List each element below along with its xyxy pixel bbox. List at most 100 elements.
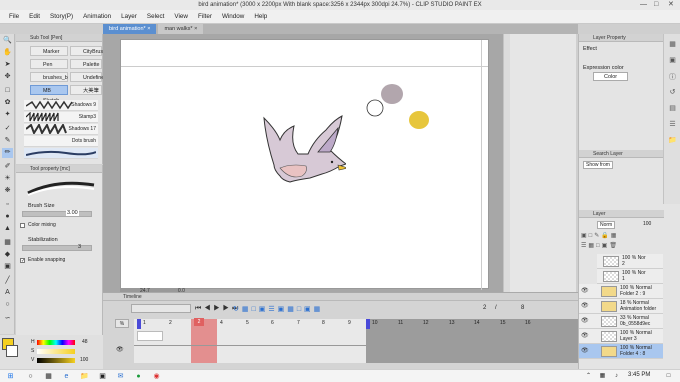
blend-mode-select[interactable]: Norm <box>597 221 615 229</box>
menu-window[interactable]: Window <box>222 13 244 20</box>
subtool-undefine[interactable]: Undefine <box>70 72 104 82</box>
subtool-pen[interactable]: Pen <box>30 59 68 69</box>
decoration-icon[interactable]: ❋ <box>2 186 13 196</box>
eye-icon[interactable]: 👁 <box>581 332 589 339</box>
subtool-marker[interactable]: Marker <box>30 46 68 56</box>
layer-row[interactable]: 100 % Nor 2 <box>597 254 663 269</box>
info-icon[interactable]: ⓘ <box>667 72 678 82</box>
timeline-tools[interactable]: ↻▦□▣☰▣▦□▣▦ <box>233 305 323 313</box>
cel-block[interactable] <box>137 331 163 341</box>
pencil-icon[interactable]: ✏ <box>2 148 13 158</box>
close-icon[interactable]: × <box>194 26 197 32</box>
materials-icon[interactable]: ▤ <box>667 104 678 114</box>
hand-icon[interactable]: ✋ <box>2 48 13 58</box>
menu-view[interactable]: View <box>174 13 188 20</box>
menu-layer[interactable]: Layer <box>121 13 137 20</box>
recording-icon[interactable]: ◉ <box>152 372 161 381</box>
search-icon[interactable]: ○ <box>26 372 35 381</box>
tab-bird-animation[interactable]: bird animation* × <box>103 24 157 34</box>
layer-opacity[interactable]: 100 <box>643 221 651 227</box>
eyedropper-icon[interactable]: ✓ <box>2 124 13 134</box>
layer-row[interactable]: 👁 100 % Normal Layer 3 <box>579 329 663 344</box>
brush-preview-shadows9[interactable]: Shadows 9 <box>24 100 98 111</box>
saturation-slider[interactable] <box>37 349 75 354</box>
close-icon[interactable]: ✕ <box>668 0 674 10</box>
correct-line-icon[interactable]: ∽ <box>2 314 13 324</box>
close-icon[interactable]: × <box>147 26 150 32</box>
eraser-icon[interactable]: ▫ <box>2 200 13 210</box>
network-icon[interactable]: ▦ <box>598 372 607 381</box>
subtool-mb-sketch[interactable]: MB Skatch <box>30 85 68 104</box>
menu-edit[interactable]: Edit <box>29 13 40 20</box>
layer-toolbar[interactable]: ▣□✎🔒▦ <box>581 232 663 240</box>
app-icon[interactable]: ● <box>134 372 143 381</box>
subtool-brushes[interactable]: brushes_b <box>30 72 68 82</box>
layer-row-selected[interactable]: 👁 100 % Normal Folder 4 : 8 <box>579 344 663 359</box>
subtool-citybrush[interactable]: CityBrush <box>70 46 106 56</box>
task-view-icon[interactable]: ▦ <box>44 372 53 381</box>
brush-preview-shadows17[interactable]: Shadows 17 <box>24 124 98 135</box>
brush-size-slider[interactable] <box>22 211 92 217</box>
canvas-paper[interactable] <box>120 39 489 290</box>
brush-preview-current[interactable] <box>24 148 98 159</box>
minimize-icon[interactable]: — <box>640 0 647 10</box>
enable-snapping-checkbox[interactable]: ✓ <box>20 258 25 264</box>
brush-preview-stamp3[interactable]: Stamp3 <box>24 112 98 123</box>
file-explorer-icon[interactable]: 📁 <box>80 372 89 381</box>
wand-icon[interactable]: ✦ <box>2 110 13 120</box>
menu-filter[interactable]: Filter <box>198 13 212 20</box>
history-icon[interactable]: ↺ <box>667 88 678 98</box>
sub-view-icon[interactable]: ▣ <box>667 56 678 66</box>
pen-icon[interactable]: ✎ <box>2 136 13 146</box>
fill-icon[interactable]: ▲ <box>2 224 13 234</box>
layer-row[interactable]: 👁 33 % Normal 0b_0558d9ec <box>579 314 663 329</box>
navigator-icon[interactable]: ▦ <box>667 40 678 50</box>
layer-row[interactable]: 100 % Nor 1 <box>597 269 663 284</box>
clock-time[interactable]: 3:45 PM <box>628 372 650 378</box>
brush-icon[interactable]: ✐ <box>2 162 13 172</box>
subtool-dami-brush[interactable]: 大美筆 <box>70 85 102 95</box>
layer-row[interactable]: 👁 100 % Normal Folder 2 : 9 <box>579 284 663 299</box>
eye-icon[interactable]: 👁 <box>581 302 589 309</box>
layers-icon[interactable]: ☰ <box>667 120 678 130</box>
value-slider[interactable] <box>37 358 75 363</box>
volume-icon[interactable]: ♪ <box>612 372 621 381</box>
gradient-icon[interactable]: ▦ <box>2 238 13 248</box>
notification-tray-icon[interactable]: ⌃ <box>584 372 593 381</box>
timeline-select[interactable] <box>131 304 191 313</box>
action-center-icon[interactable]: □ <box>664 372 673 381</box>
move-icon[interactable]: ✥ <box>2 72 13 82</box>
expression-color-select[interactable]: Color <box>593 72 628 81</box>
folder-icon[interactable]: 📁 <box>667 136 678 146</box>
brush-preview-dots[interactable]: Dots brush <box>24 136 98 147</box>
sub-color-swatch[interactable] <box>6 345 18 357</box>
windows-start-icon[interactable]: ⊞ <box>6 372 15 381</box>
blend-icon[interactable]: ● <box>2 212 13 222</box>
text-icon[interactable]: A <box>2 288 13 298</box>
zoom-select[interactable]: % <box>115 319 129 328</box>
figure-icon[interactable]: ◆ <box>2 250 13 260</box>
vertical-scrollbar[interactable] <box>503 34 510 292</box>
eye-icon[interactable]: 👁 <box>116 346 124 353</box>
subtool-palette-knife[interactable]: Palette Kn <box>70 59 102 78</box>
selection-icon[interactable]: □ <box>2 86 13 96</box>
brush-size-value[interactable]: 3.00 <box>66 210 79 216</box>
zoom-icon[interactable]: 🔍 <box>2 36 13 46</box>
tab-man-walks[interactable]: man walks* × <box>158 24 204 34</box>
layer-toolbar-2[interactable]: ☰▦□▣🗑 <box>581 242 663 250</box>
store-icon[interactable]: ▣ <box>98 372 107 381</box>
stabilization-value[interactable]: 3 <box>78 244 81 250</box>
eye-icon[interactable]: 👁 <box>581 317 589 324</box>
menu-select[interactable]: Select <box>147 13 165 20</box>
eye-icon[interactable]: 👁 <box>581 347 589 354</box>
show-from-select[interactable]: Show from <box>583 161 613 169</box>
menu-file[interactable]: File <box>9 13 19 20</box>
eye-icon[interactable]: 👁 <box>581 287 589 294</box>
edge-icon[interactable]: e <box>62 372 71 381</box>
ruler-icon[interactable]: ╱ <box>2 276 13 286</box>
balloon-icon[interactable]: ○ <box>2 300 13 310</box>
operation-icon[interactable]: ➤ <box>2 60 13 70</box>
color-mixing-checkbox[interactable] <box>20 223 25 228</box>
maximize-icon[interactable]: □ <box>654 0 658 10</box>
stabilization-slider[interactable] <box>22 245 92 251</box>
